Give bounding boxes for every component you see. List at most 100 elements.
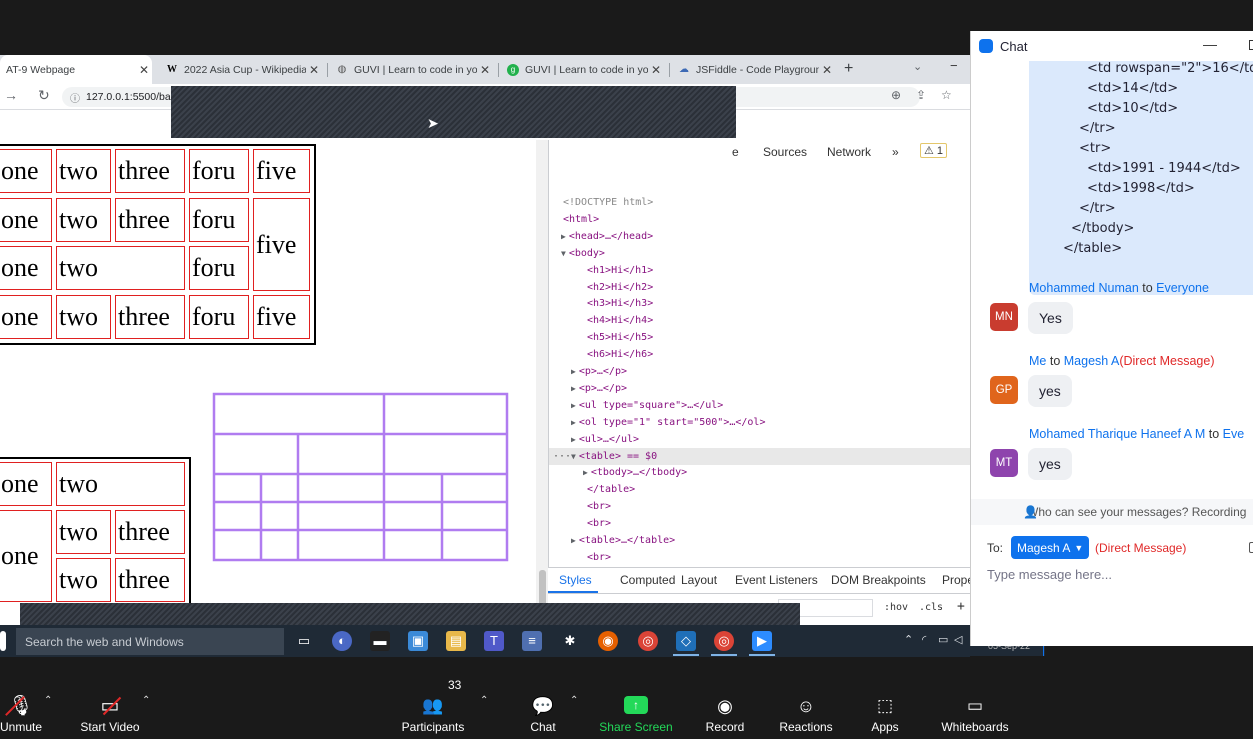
start-icon[interactable] [0,631,6,651]
vscode-icon[interactable]: ◇ [676,631,696,651]
more-options-checkbox[interactable] [1249,542,1253,553]
dom-node[interactable]: <br> [587,515,611,532]
tab-computed[interactable]: Computed [620,573,675,587]
chat-button[interactable]: 💬 Chat [523,657,563,739]
participants-options-chevron[interactable]: ⌃ [480,657,490,739]
participant-name[interactable]: Everyone [1156,281,1209,295]
participant-name[interactable]: Magesh A [1064,354,1120,368]
start-video-button[interactable]: ▭ Start Video [78,657,142,739]
participant-name[interactable]: Mohamed Tharique Haneef A M [1029,427,1205,441]
minimize-icon[interactable]: − [950,58,958,73]
collapse-triangle-icon[interactable]: ▼ [561,249,566,258]
tab-guvi-2[interactable]: g GUVI | Learn to code in your ✕ [501,55,664,84]
tab-sources[interactable]: Sources [763,145,807,159]
tab-search-icon[interactable]: ⌄ [913,60,922,73]
video-options-chevron[interactable]: ⌃ [142,657,152,739]
file-explorer-icon[interactable]: ▤ [446,631,466,651]
expand-triangle-icon[interactable]: ▶ [571,435,576,444]
warning-badge[interactable]: ⚠ 1 [920,143,948,158]
dom-node[interactable]: <br> [587,498,611,515]
tab-jsfiddle[interactable]: ☁ JSFiddle - Code Playground ✕ [672,55,835,84]
tab-wikipedia[interactable]: W 2022 Asia Cup - Wikipedia ✕ [160,55,322,84]
node-actions-icon[interactable]: ··· [553,448,571,465]
expand-triangle-icon[interactable]: ▶ [583,468,588,477]
participant-name[interactable]: Mohammed Numan [1029,281,1139,295]
remote-desktop-icon[interactable]: ▣ [408,631,428,651]
dom-node[interactable]: <h1>Hi</h1> [587,262,653,279]
expand-triangle-icon[interactable]: ▶ [561,232,566,241]
dom-node[interactable]: </table> [587,481,635,498]
recipient-dropdown[interactable]: Magesh A ▼ [1011,536,1090,559]
tab-elements[interactable]: e [732,145,739,159]
more-tabs-icon[interactable]: » [892,145,899,159]
dom-node[interactable]: <h6>Hi</h6> [587,346,653,363]
expand-triangle-icon[interactable]: ▶ [571,536,576,545]
dom-node[interactable]: ▶ <ol type="1" start="500">…</ol> [571,414,765,431]
share-screen-button[interactable]: ↑ Share Screen [598,657,674,739]
expand-triangle-icon[interactable]: ▶ [571,367,576,376]
dom-node[interactable]: ▶ <table>…</table> [571,532,675,549]
dom-node[interactable]: ▶ <ul>…</ul> [571,431,639,448]
dom-node[interactable]: <h4>Hi</h4> [587,312,653,329]
dom-node[interactable]: ▶ <head>…</head> [561,228,653,245]
app-icon[interactable]: ◐ [332,631,352,651]
record-button[interactable]: ◉ Record [700,657,750,739]
bookmark-star-icon[interactable]: ☆ [941,88,952,102]
wifi-icon[interactable]: ◜ [922,633,926,646]
dom-node[interactable]: <h3>Hi</h3> [587,295,653,312]
dom-node[interactable]: <h5>Hi</h5> [587,329,653,346]
tray-chevron-icon[interactable]: ⌃ [904,633,913,646]
page-scrollbar[interactable] [536,140,548,605]
expand-triangle-icon[interactable]: ▶ [571,418,576,427]
dom-node[interactable]: <html> [563,211,599,228]
tab-guvi-1[interactable]: ◍ GUVI | Learn to code in your ✕ [330,55,493,84]
dom-node[interactable]: ▼ <body> [561,245,605,262]
maximize-icon[interactable] [1249,40,1253,50]
dom-node[interactable]: <!DOCTYPE html> [563,194,653,211]
close-tab-icon[interactable]: ✕ [819,63,835,77]
dom-node[interactable]: <br> [587,549,611,566]
chat-tray-icon[interactable]: ▭ [938,633,948,646]
dom-node[interactable]: <h2>Hi</h2> [587,279,653,296]
close-tab-icon[interactable]: ✕ [477,63,493,77]
terminal-icon[interactable]: ▬ [370,631,390,651]
tab-styles[interactable]: Styles [559,573,592,587]
zoom-icon[interactable]: ⊕ [891,88,901,102]
tab-network[interactable]: Network [827,145,871,159]
tab-dom-breakpoints[interactable]: DOM Breakpoints [831,573,926,587]
close-tab-icon[interactable]: ✕ [648,63,664,77]
share-icon[interactable]: ⇪ [916,88,926,102]
chat-options-chevron[interactable]: ⌃ [570,657,580,739]
apps-button[interactable]: ⬚ Apps [865,657,905,739]
hov-toggle[interactable]: :hov [884,602,908,613]
participant-name[interactable]: Me [1029,354,1046,368]
settings-app-icon[interactable]: ✱ [560,631,580,651]
task-view-icon[interactable]: ▭ [294,631,314,651]
chrome-icon[interactable]: ◎ [638,631,658,651]
teams-icon[interactable]: T [484,631,504,651]
close-tab-icon[interactable]: ✕ [306,63,322,77]
expand-triangle-icon[interactable]: ▶ [571,384,576,393]
privacy-notice[interactable]: 👤 Who can see your messages? Recording [971,499,1253,525]
add-rule-button[interactable]: + [957,599,965,614]
dom-node[interactable]: ▶ <ul type="square">…</ul> [571,397,723,414]
taskbar-search-input[interactable]: Search the web and Windows [16,628,284,655]
dom-node[interactable]: ▶ <tbody>…</tbody> [583,464,687,481]
tab-event-listeners[interactable]: Event Listeners [735,573,818,587]
minimize-icon[interactable]: — [1203,36,1217,52]
dom-node[interactable]: ▼ <table> == $0 [571,448,657,465]
unmute-button[interactable]: 🎙 Unmute [0,657,42,739]
new-tab-icon[interactable]: + [844,60,853,78]
participant-name[interactable]: Eve [1223,427,1245,441]
volume-icon[interactable]: ◁ [954,633,962,646]
dom-node[interactable]: ▶ <p>…</p> [571,363,627,380]
whiteboards-button[interactable]: ▭ Whiteboards [938,657,1012,739]
tab-at9[interactable]: AT-9 Webpage ✕ [0,55,152,84]
dom-node[interactable]: ▶ <p>…</p> [571,380,627,397]
chat-message-input[interactable]: Type message here... [987,567,1247,587]
reactions-button[interactable]: ☺ Reactions [778,657,834,739]
cls-toggle[interactable]: .cls [919,602,943,613]
firefox-icon[interactable]: ◉ [598,631,618,651]
audio-options-chevron[interactable]: ⌃ [44,657,54,739]
network-app-icon[interactable]: ≡ [522,631,542,651]
